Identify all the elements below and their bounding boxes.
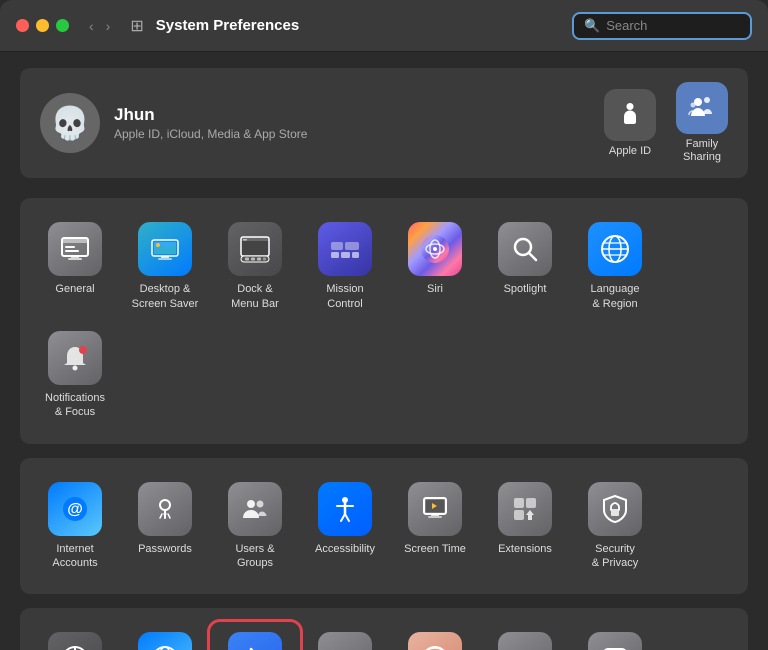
close-button[interactable]: [16, 19, 29, 32]
search-box[interactable]: 🔍: [572, 12, 752, 40]
pref-section-1: General De: [20, 198, 748, 443]
bluetooth-icon: [228, 632, 282, 650]
grid-icon: ⊞: [130, 16, 143, 36]
passwords-icon: [138, 482, 192, 536]
dock-label: Dock &Menu Bar: [231, 282, 279, 311]
user-section: 💀 Jhun Apple ID, iCloud, Media & App Sto…: [20, 68, 748, 178]
nav-arrows: ‹ ›: [85, 16, 114, 36]
user-name: Jhun: [114, 105, 307, 125]
passwords-label: Passwords: [138, 542, 192, 556]
maximize-button[interactable]: [56, 19, 69, 32]
avatar-emoji: 💀: [50, 104, 90, 142]
pref-item-dock[interactable]: Dock &Menu Bar: [210, 212, 300, 321]
search-input[interactable]: [606, 18, 736, 33]
pref-item-security[interactable]: Security& Privacy: [570, 472, 660, 581]
apple-id-icon: [604, 89, 656, 141]
screen-time-icon: [408, 482, 462, 536]
screen-time-label: Screen Time: [404, 542, 466, 556]
pref-item-touch-id[interactable]: Touch ID: [390, 622, 480, 650]
system-preferences-window: ‹ › ⊞ System Preferences 🔍 💀 Jhun Apple …: [0, 0, 768, 650]
pref-item-sound[interactable]: Sound: [300, 622, 390, 650]
security-icon: [588, 482, 642, 536]
general-label: General: [55, 282, 94, 296]
pref-section-3: SoftwareUpdate Network: [20, 608, 748, 650]
network-icon: [138, 632, 192, 650]
pref-section-2: @ InternetAccounts: [20, 458, 748, 595]
siri-label: Siri: [427, 282, 443, 296]
desktop-icon: [138, 222, 192, 276]
pref-item-siri[interactable]: Siri: [390, 212, 480, 321]
siri-icon: [408, 222, 462, 276]
avatar[interactable]: 💀: [40, 93, 100, 153]
spotlight-label: Spotlight: [504, 282, 547, 296]
pref-item-extensions[interactable]: Extensions: [480, 472, 570, 581]
sound-icon: [318, 632, 372, 650]
minimize-button[interactable]: [36, 19, 49, 32]
extensions-label: Extensions: [498, 542, 552, 556]
keyboard-icon: [498, 632, 552, 650]
apple-id-label: Apple ID: [609, 145, 651, 158]
general-icon: [48, 222, 102, 276]
content-area: 💀 Jhun Apple ID, iCloud, Media & App Sto…: [0, 52, 768, 650]
user-info: 💀 Jhun Apple ID, iCloud, Media & App Sto…: [40, 93, 307, 153]
forward-button[interactable]: ›: [102, 16, 115, 36]
accessibility-label: Accessibility: [315, 542, 375, 556]
pref-item-keyboard[interactable]: Keyboard: [480, 622, 570, 650]
svg-text:@: @: [67, 501, 83, 518]
users-groups-icon: [228, 482, 282, 536]
extensions-icon: [498, 482, 552, 536]
pref-item-trackpad[interactable]: Trackpad: [570, 622, 660, 650]
search-icon: 🔍: [584, 18, 600, 34]
pref-item-internet-accounts[interactable]: @ InternetAccounts: [30, 472, 120, 581]
pref-item-general[interactable]: General: [30, 212, 120, 321]
pref-item-desktop[interactable]: Desktop &Screen Saver: [120, 212, 210, 321]
user-icons: Apple ID FamilySharing: [604, 82, 728, 164]
users-groups-label: Users &Groups: [235, 542, 274, 571]
language-label: Language& Region: [591, 282, 640, 311]
language-icon: [588, 222, 642, 276]
pref-item-spotlight[interactable]: Spotlight: [480, 212, 570, 321]
internet-accounts-icon: @: [48, 482, 102, 536]
mission-icon: [318, 222, 372, 276]
dock-icon: [228, 222, 282, 276]
pref-grid-3: SoftwareUpdate Network: [30, 622, 738, 650]
back-button[interactable]: ‹: [85, 16, 98, 36]
pref-item-software-update[interactable]: SoftwareUpdate: [30, 622, 120, 650]
window-title: System Preferences: [156, 17, 560, 34]
touch-id-icon: [408, 632, 462, 650]
spotlight-icon: [498, 222, 552, 276]
pref-item-passwords[interactable]: Passwords: [120, 472, 210, 581]
accessibility-icon: [318, 482, 372, 536]
notifications-icon: [48, 331, 102, 385]
pref-item-bluetooth[interactable]: Bluetooth: [210, 622, 300, 650]
family-sharing-icon: [676, 82, 728, 134]
family-sharing-button[interactable]: FamilySharing: [676, 82, 728, 164]
trackpad-icon: [588, 632, 642, 650]
pref-item-screen-time[interactable]: Screen Time: [390, 472, 480, 581]
pref-item-notifications[interactable]: Notifications& Focus: [30, 321, 120, 430]
user-subtitle: Apple ID, iCloud, Media & App Store: [114, 127, 307, 141]
pref-item-users-groups[interactable]: Users &Groups: [210, 472, 300, 581]
notifications-label: Notifications& Focus: [45, 391, 105, 420]
desktop-label: Desktop &Screen Saver: [132, 282, 199, 311]
family-sharing-label: FamilySharing: [683, 138, 721, 164]
pref-item-language[interactable]: Language& Region: [570, 212, 660, 321]
pref-item-mission[interactable]: MissionControl: [300, 212, 390, 321]
security-label: Security& Privacy: [592, 542, 638, 571]
software-update-icon: [48, 632, 102, 650]
traffic-lights: [16, 19, 69, 32]
internet-accounts-label: InternetAccounts: [52, 542, 97, 571]
mission-label: MissionControl: [326, 282, 363, 311]
pref-item-network[interactable]: Network: [120, 622, 210, 650]
apple-id-button[interactable]: Apple ID: [604, 89, 656, 158]
user-text: Jhun Apple ID, iCloud, Media & App Store: [114, 105, 307, 141]
pref-grid-2: @ InternetAccounts: [30, 472, 738, 581]
pref-grid-1: General De: [30, 212, 738, 429]
pref-item-accessibility[interactable]: Accessibility: [300, 472, 390, 581]
titlebar: ‹ › ⊞ System Preferences 🔍: [0, 0, 768, 52]
